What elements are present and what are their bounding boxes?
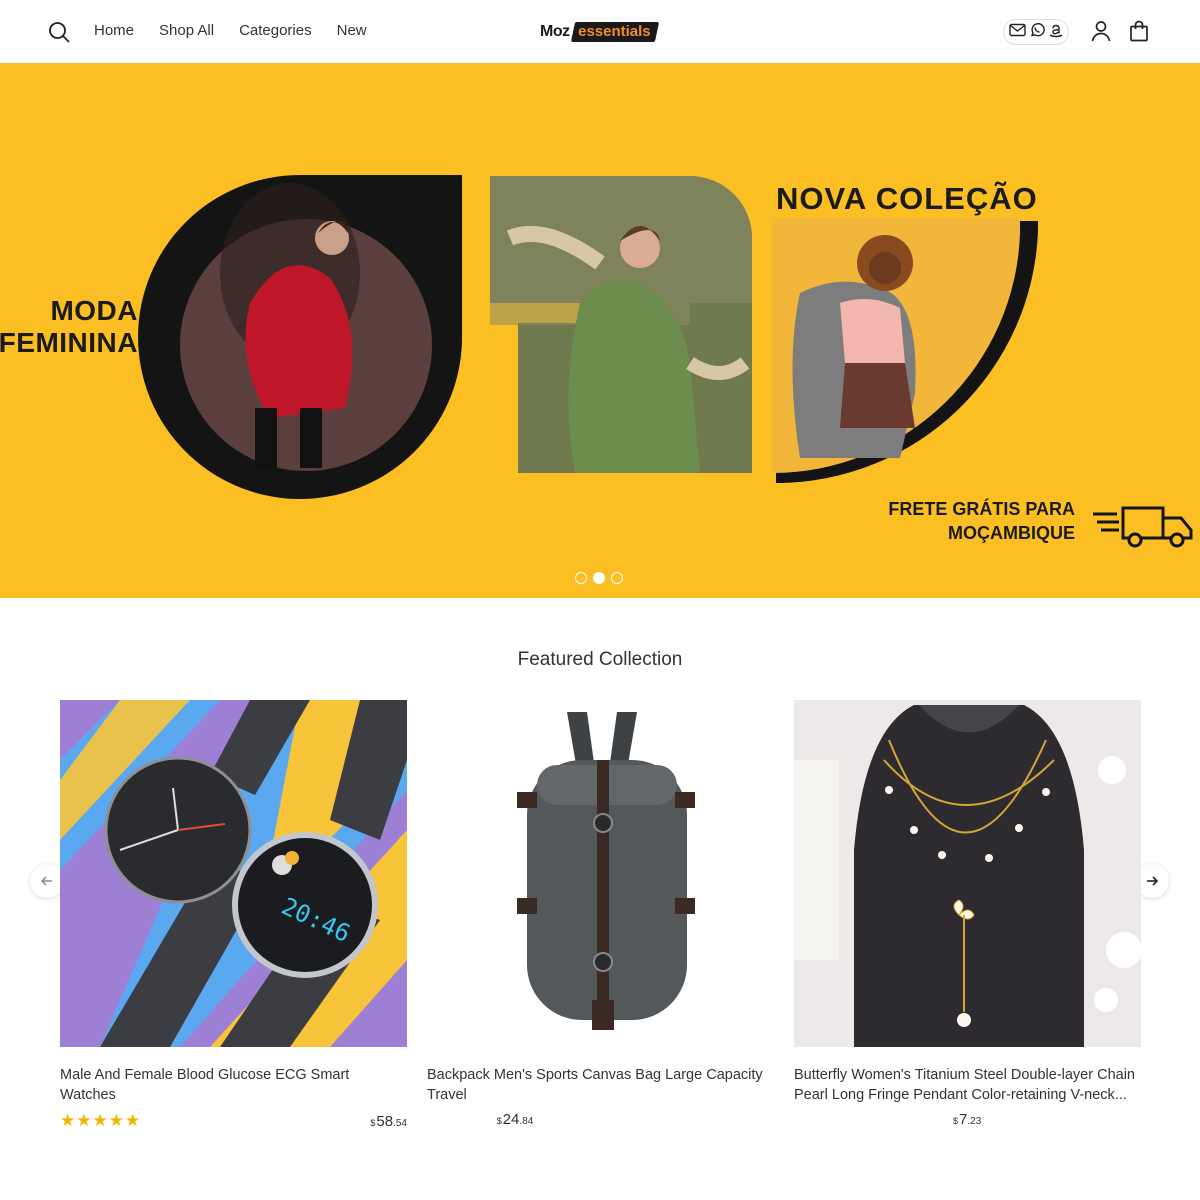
red-coat-figure xyxy=(245,265,353,418)
logo-text-essentials-badge: essentials xyxy=(570,22,659,42)
slider-dot-3[interactable] xyxy=(611,572,623,584)
hero-heading-line1: MODA xyxy=(50,295,138,326)
contact-links[interactable] xyxy=(1003,19,1069,45)
featured-collection-title: Featured Collection xyxy=(517,649,683,670)
price-main: 58 xyxy=(376,1112,394,1130)
hero-heading-nova-colecao: NOVA COLEÇÃO xyxy=(776,181,1038,216)
currency-symbol: $ xyxy=(953,1116,959,1126)
free-shipping-line1: FRETE GRÁTIS PARA xyxy=(888,499,1075,519)
currency-symbol: $ xyxy=(496,1116,502,1126)
product-price-3: $7.23 xyxy=(953,1111,981,1128)
arrow-right-icon xyxy=(1147,876,1159,886)
price-cents: .54 xyxy=(393,1117,407,1129)
arrow-left-icon xyxy=(40,876,52,886)
product-price-1: $58.54 xyxy=(370,1113,407,1130)
product-price-2: $24.84 xyxy=(497,1111,534,1128)
site-header: Home Shop All Categories New Moz essenti… xyxy=(0,0,1200,63)
product-image-smartwatch[interactable]: 20:46 xyxy=(60,700,407,1047)
product-card-3[interactable]: Butterfly Women's Titanium Steel Double-… xyxy=(794,700,1141,1129)
nav-categories[interactable]: Categories xyxy=(239,22,312,39)
product-image-backpack[interactable] xyxy=(427,700,774,1047)
currency-symbol: $ xyxy=(370,1117,376,1128)
price-main: 24 xyxy=(502,1111,520,1128)
account-icon[interactable] xyxy=(1089,19,1113,43)
search-icon[interactable] xyxy=(47,20,71,44)
amazon-icon[interactable] xyxy=(1048,22,1064,43)
hero-heading-line2: FEMININA xyxy=(0,327,138,358)
product-card-1[interactable]: 20:46 Male And Female Blood Glucose ECG … xyxy=(60,700,407,1131)
product-title-1[interactable]: Male And Female Blood Glucose ECG Smart … xyxy=(60,1065,407,1105)
logo-text-moz: Moz xyxy=(540,23,570,40)
slider-dot-2[interactable] xyxy=(593,572,605,584)
whatsapp-icon[interactable] xyxy=(1029,22,1045,43)
free-shipping-line2: MOÇAMBIQUE xyxy=(948,523,1075,543)
product-title-2[interactable]: Backpack Men's Sports Canvas Bag Large C… xyxy=(427,1065,774,1105)
hero-free-shipping: FRETE GRÁTIS PARA MOÇAMBIQUE xyxy=(888,497,1075,545)
price-cents: .23 xyxy=(967,1116,982,1127)
site-logo[interactable]: Moz essentials xyxy=(540,19,665,45)
slider-dot-1[interactable] xyxy=(575,572,587,584)
nav-home[interactable]: Home xyxy=(94,22,134,39)
product-image-necklace[interactable] xyxy=(794,700,1141,1047)
product-rating-stars-1: ★★★★★ xyxy=(60,1111,142,1130)
truck-icon xyxy=(1093,506,1193,548)
carousel-prev-button[interactable] xyxy=(30,864,64,898)
bag-icon[interactable] xyxy=(1127,19,1151,43)
product-title-3[interactable]: Butterfly Women's Titanium Steel Double-… xyxy=(794,1065,1141,1105)
slider-dots xyxy=(575,572,623,584)
price-cents: .84 xyxy=(519,1116,534,1127)
nav-new[interactable]: New xyxy=(337,22,367,39)
hero-heading-moda-feminina: MODA FEMININA xyxy=(0,295,138,359)
main-nav: Home Shop All Categories New xyxy=(94,22,392,39)
hero-banner[interactable]: MODA FEMININA NOVA COLEÇÃO FRETE GRÁTIS … xyxy=(0,63,1200,598)
nav-shop-all[interactable]: Shop All xyxy=(159,22,214,39)
product-card-2[interactable]: Backpack Men's Sports Canvas Bag Large C… xyxy=(427,700,774,1129)
mail-icon[interactable] xyxy=(1008,23,1026,42)
